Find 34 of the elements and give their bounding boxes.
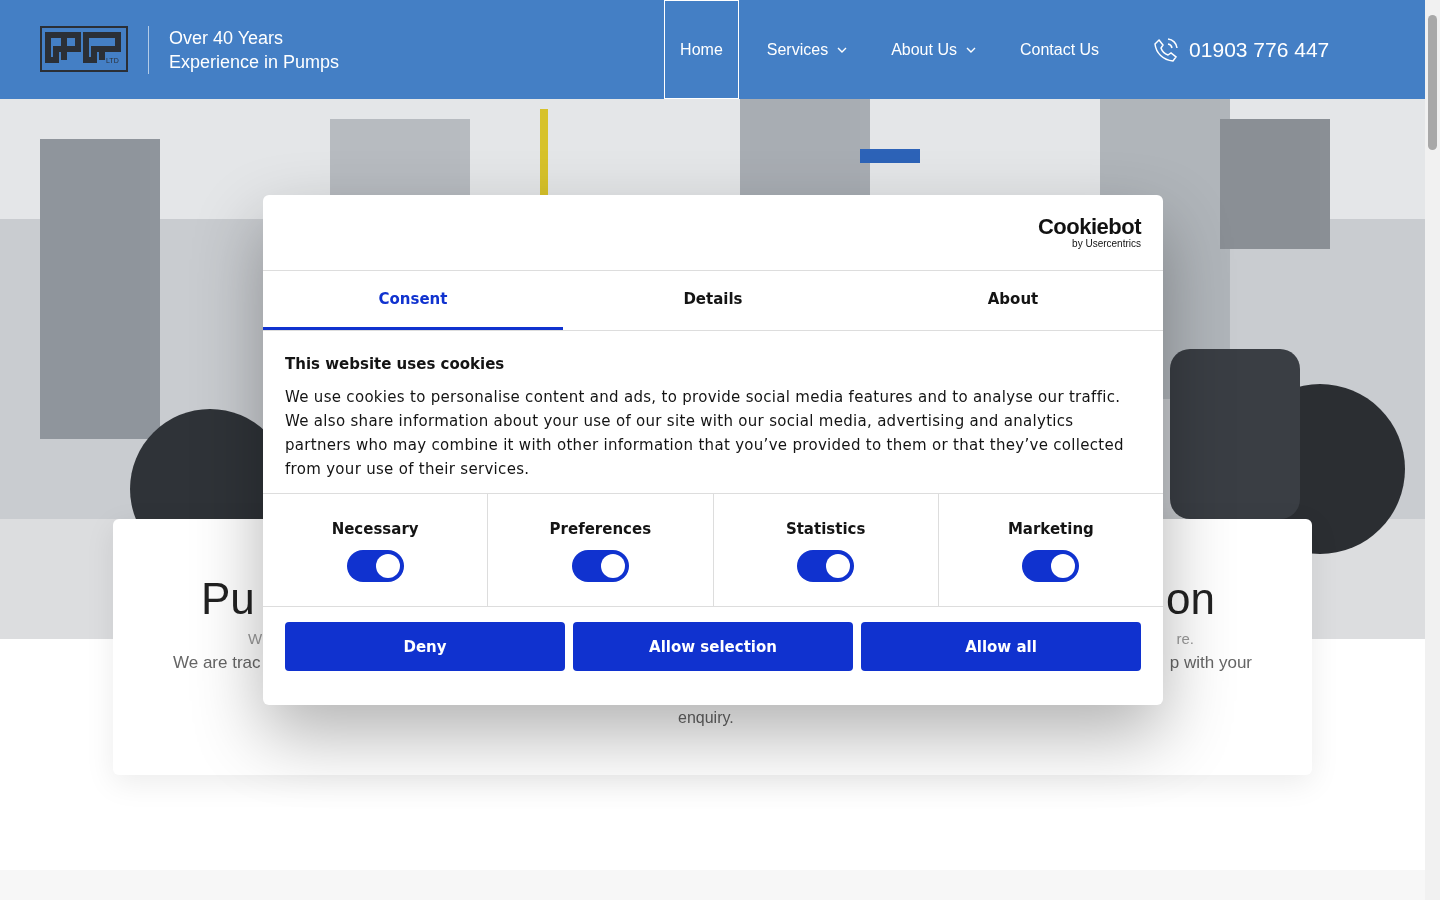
dialog-text: We use cookies to personalise content and ads, to provide social media features and to analyse our traffic. We also share information about your use of our site with our social media, advertising and analytics partners who may combine it with other information that you’ve provided to them or that they’ve collected from your use of their services. xyxy=(285,387,1125,480)
phone-link[interactable]: 01903 776 447 xyxy=(1153,36,1330,63)
consent-button[interactable]: Allow selection xyxy=(573,622,853,671)
chevron-down-icon xyxy=(837,46,848,53)
nav-link[interactable]: About Us xyxy=(875,0,992,99)
toggle-switch[interactable] xyxy=(346,550,404,582)
intro-text: enquiry. xyxy=(678,709,734,727)
chevron-down-icon xyxy=(965,46,976,53)
intro-text: re. xyxy=(1176,630,1194,647)
logo-mark-icon xyxy=(40,25,128,72)
scrollbar[interactable] xyxy=(1425,0,1440,900)
intro-text: We are trac xyxy=(173,653,261,673)
category-label: Statistics xyxy=(785,520,866,538)
heading-text: Pu xyxy=(201,574,255,624)
toggle-switch[interactable] xyxy=(571,550,629,582)
dialog-title: This website uses cookies xyxy=(285,355,506,373)
toggle-switch[interactable] xyxy=(1022,550,1080,582)
toggle-switch[interactable] xyxy=(797,550,855,582)
tagline-text: Experience in Pumps xyxy=(169,50,340,74)
dialog-tab[interactable]: Consent xyxy=(263,271,563,330)
heading-text: on xyxy=(1166,574,1215,624)
intro-text: W xyxy=(248,630,263,647)
category-label: Necessary xyxy=(331,520,419,538)
nav-link[interactable]: Home xyxy=(664,0,739,99)
nav-link[interactable]: Contact Us xyxy=(1003,0,1116,99)
tagline-text: Over 40 Years xyxy=(169,26,285,50)
consent-button[interactable]: Deny xyxy=(285,622,565,671)
intro-text: p with your xyxy=(1169,653,1252,673)
consent-button[interactable]: Allow all xyxy=(861,622,1141,671)
category-label: Marketing xyxy=(1007,520,1094,538)
cookiebot-logo: Cookiebot by Usercentrics xyxy=(1037,216,1141,249)
category-label: Preferences xyxy=(549,520,652,538)
nav-link[interactable]: Services xyxy=(750,0,864,99)
phone-icon xyxy=(1153,36,1180,63)
